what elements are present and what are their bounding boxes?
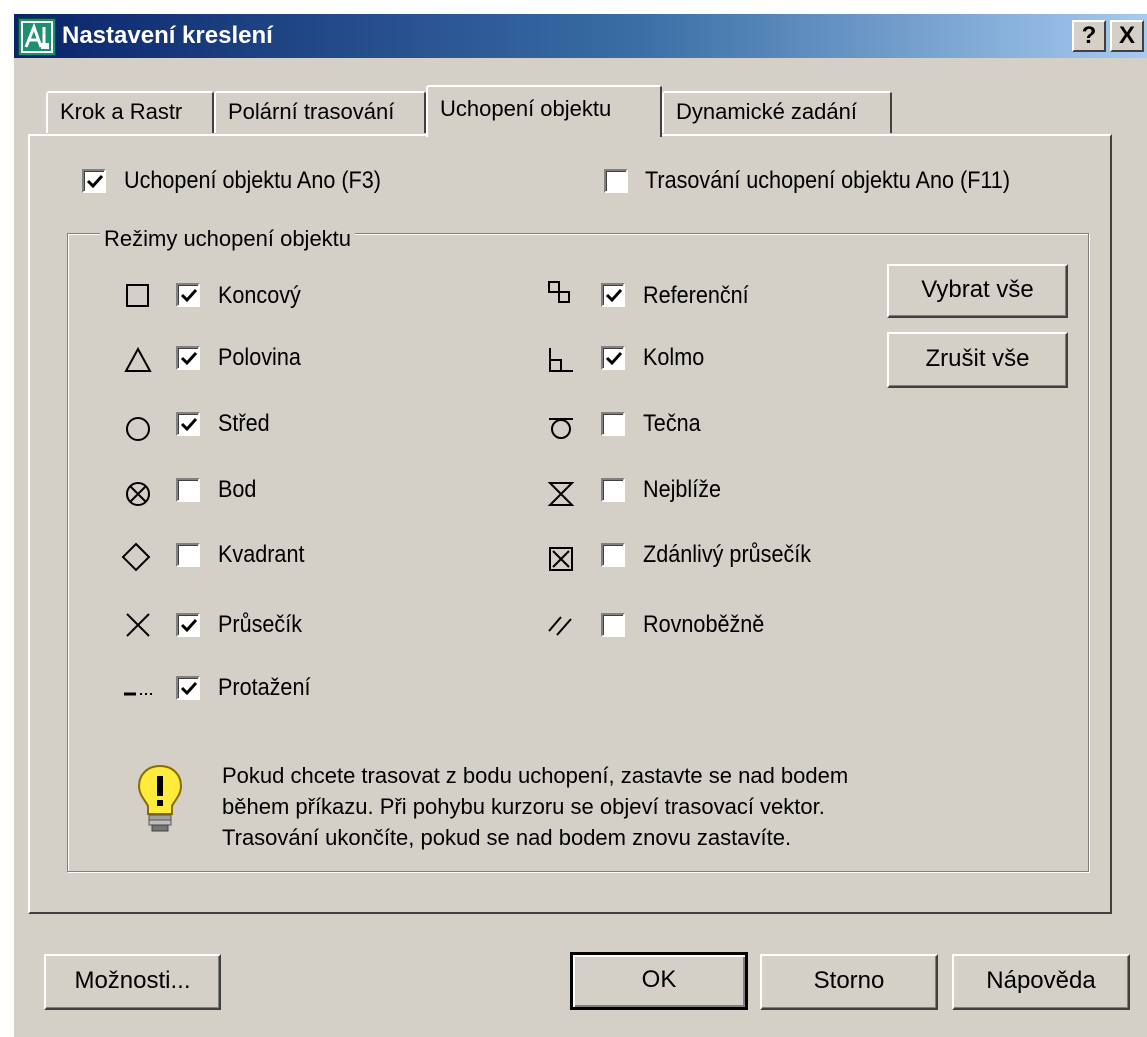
close-button[interactable]: X [1110,20,1144,52]
window-title: Nastavení kreslení [62,22,273,49]
object-snap-panel [28,134,1112,914]
tab-label: Dynamické zadání [676,99,857,124]
options-button[interactable]: Možnosti... [44,954,221,1010]
select-all-button[interactable]: Vybrat vše [887,264,1068,318]
clear-all-button[interactable]: Zrušit vše [887,332,1068,388]
title-bar[interactable]: Nastavení kreslení ? X [14,14,1147,58]
help-button[interactable]: Nápověda [952,954,1130,1010]
tab-label: Polární trasování [228,99,395,124]
tab-dynamic-input[interactable]: Dynamické zadání [662,91,892,133]
cancel-button[interactable]: Storno [760,954,938,1010]
ok-button[interactable]: OK [570,952,748,1010]
help-title-button[interactable]: ? [1072,20,1106,52]
tab-object-snap[interactable]: Uchopení objektu [426,85,662,137]
tab-polar-tracking[interactable]: Polární trasování [214,91,426,133]
app-icon [18,18,56,56]
tab-snap-grid[interactable]: Krok a Rastr [46,91,214,133]
tab-label: Krok a Rastr [60,99,183,124]
tab-label: Uchopení objektu [440,96,612,121]
